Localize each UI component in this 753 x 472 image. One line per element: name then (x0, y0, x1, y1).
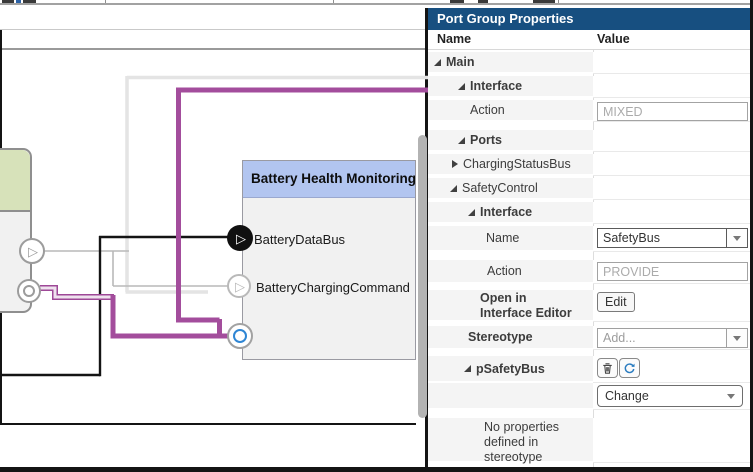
tree-row-ports[interactable]: Ports (428, 130, 750, 152)
trash-icon (601, 362, 614, 375)
refresh-stereotype-button[interactable] (619, 358, 640, 378)
chevron-down-icon (733, 236, 741, 241)
edit-button[interactable]: Edit (597, 292, 635, 312)
expand-icon[interactable] (458, 137, 465, 144)
tree-row-name: Name SafetyBus (428, 226, 750, 252)
refresh-icon (623, 362, 636, 375)
output-port-circle[interactable] (17, 279, 41, 303)
tree-row-action2: Action (428, 260, 750, 284)
battery-health-monitoring-block[interactable]: Battery Health Monitoring BatteryDataBus… (242, 160, 416, 360)
delete-stereotype-button[interactable] (597, 358, 618, 378)
expand-icon[interactable] (468, 209, 475, 216)
column-header-name: Name (437, 32, 471, 46)
tree-row-main[interactable]: Main (428, 52, 750, 74)
tree-row-open-interface-editor: Open in Interface Editor Edit (428, 290, 750, 322)
port-group-properties-panel: Port Group Properties Name Value Main In… (428, 8, 750, 467)
tree-row-interface-nested[interactable]: Interface (428, 202, 750, 224)
tree-row-change: Change (428, 383, 750, 410)
port-triangle-icon: ▷ (235, 280, 245, 293)
tree-row-chargingstatusbus[interactable]: ChargingStatusBus (428, 154, 750, 176)
battery-block-title: Battery Health Monitoring (243, 161, 415, 198)
port-triangle-icon: ▷ (236, 232, 246, 245)
connector-gray-thin (44, 251, 228, 286)
port-label-batterydatabus: BatteryDataBus (254, 232, 345, 247)
interface-name-dropdown[interactable]: SafetyBus (597, 228, 748, 248)
expand-icon[interactable] (458, 83, 465, 90)
port-safetycontrol-selected[interactable] (227, 323, 253, 349)
dropdown-arrow-button[interactable] (727, 228, 748, 248)
port-label-batterychargingcommand: BatteryChargingCommand (256, 280, 410, 295)
port-ring-icon (23, 285, 35, 297)
dropdown-arrow-button[interactable] (727, 328, 748, 348)
canvas-vertical-scrollbar[interactable] (418, 135, 427, 418)
input-port-batterydatabus[interactable]: ▷ (227, 225, 253, 251)
tree-row-no-properties: No properties defined in stereotype (428, 418, 750, 463)
source-block-header (0, 150, 30, 212)
expand-icon[interactable] (434, 59, 441, 66)
expand-icon[interactable] (464, 365, 471, 372)
expand-icon[interactable] (450, 185, 457, 192)
port-triangle-icon: ▷ (28, 245, 38, 258)
connector-selected-halo (40, 288, 114, 297)
tree-row-psafetybus[interactable]: pSafetyBus (428, 356, 750, 383)
chevron-down-icon (727, 394, 735, 399)
selected-port-ring-icon (233, 329, 247, 343)
tree-row-safetycontrol[interactable]: SafetyControl (428, 178, 750, 200)
port-action-input[interactable] (597, 262, 748, 281)
tree-row-action: Action (428, 100, 750, 122)
input-port-batterychargingcommand[interactable]: ▷ (227, 274, 251, 298)
action-value-input[interactable] (597, 102, 748, 121)
tree-row-interface[interactable]: Interface (428, 76, 750, 98)
output-port-triangle[interactable]: ▷ (19, 238, 45, 264)
panel-title: Port Group Properties (428, 8, 750, 30)
column-header-value: Value (597, 32, 630, 46)
chevron-down-icon (733, 336, 741, 341)
tree-row-stereotype: Stereotype Add... (428, 326, 750, 350)
collapse-icon[interactable] (452, 160, 458, 168)
panel-column-header: Name Value (428, 30, 750, 50)
change-dropdown[interactable]: Change (597, 385, 743, 407)
stereotype-dropdown[interactable]: Add... (597, 328, 748, 348)
